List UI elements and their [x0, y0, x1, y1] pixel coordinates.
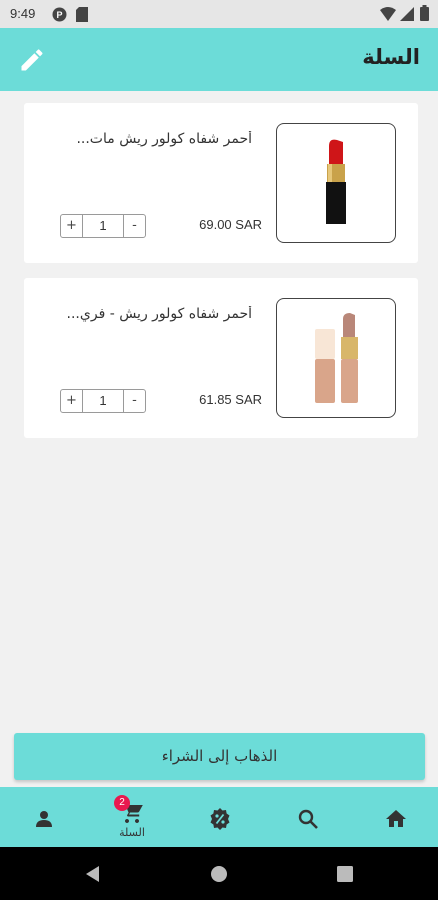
- system-nav-bar: [0, 847, 438, 900]
- profile-icon: [36, 811, 52, 827]
- quantity-stepper: + 1 -: [60, 214, 146, 238]
- home-icon: [386, 810, 406, 827]
- nav-cart-label: السلة: [119, 826, 145, 839]
- product-name[interactable]: أحمر شفاه كولور ريش مات...: [42, 131, 252, 147]
- sd-card-icon: [76, 7, 88, 26]
- cart-item: أحمر شفاه كولور ريش - فري... 61.85 SAR +…: [24, 278, 418, 438]
- quantity-value: 1: [99, 218, 107, 233]
- product-image[interactable]: [276, 123, 396, 243]
- product-price: 61.85 SAR: [199, 392, 262, 407]
- battery-icon: [420, 5, 429, 25]
- back-icon[interactable]: [84, 865, 100, 883]
- search-icon: [298, 809, 318, 829]
- decrease-quantity-button[interactable]: -: [123, 390, 145, 412]
- nav-profile[interactable]: [14, 787, 74, 847]
- edit-button[interactable]: [18, 46, 46, 74]
- app-notification-icon: P: [52, 7, 67, 26]
- product-image[interactable]: [276, 298, 396, 418]
- home-circle-icon[interactable]: [210, 865, 228, 883]
- nav-home[interactable]: [366, 787, 426, 847]
- recents-icon[interactable]: [337, 866, 353, 882]
- product-price: 69.00 SAR: [199, 217, 262, 232]
- increase-quantity-button[interactable]: +: [61, 390, 83, 412]
- cart-count-badge: 2: [114, 795, 130, 811]
- lipstick-red-image: [326, 139, 346, 224]
- offers-icon: [210, 808, 230, 830]
- svg-text:P: P: [56, 10, 62, 20]
- wifi-icon: [380, 7, 396, 25]
- status-bar: 9:49 P: [0, 0, 438, 28]
- quantity-value: 1: [99, 393, 107, 408]
- status-time: 9:49: [10, 6, 36, 21]
- page-title: السلة: [362, 45, 420, 69]
- nav-offers[interactable]: [190, 787, 250, 847]
- nav-cart[interactable]: السلة: [102, 787, 162, 847]
- bottom-nav: السلة: [0, 787, 438, 847]
- nav-search[interactable]: [278, 787, 338, 847]
- lipstick-nude-image: [315, 313, 358, 403]
- pencil-icon: [21, 49, 43, 71]
- cart-item: أحمر شفاه كولور ريش مات... 69.00 SAR + 1…: [24, 103, 418, 263]
- product-name[interactable]: أحمر شفاه كولور ريش - فري...: [42, 306, 252, 322]
- app-bar: السلة: [0, 28, 438, 91]
- increase-quantity-button[interactable]: +: [61, 215, 83, 237]
- signal-icon: [400, 7, 414, 25]
- checkout-button[interactable]: الذهاب إلى الشراء: [14, 733, 425, 780]
- decrease-quantity-button[interactable]: -: [123, 215, 145, 237]
- quantity-stepper: + 1 -: [60, 389, 146, 413]
